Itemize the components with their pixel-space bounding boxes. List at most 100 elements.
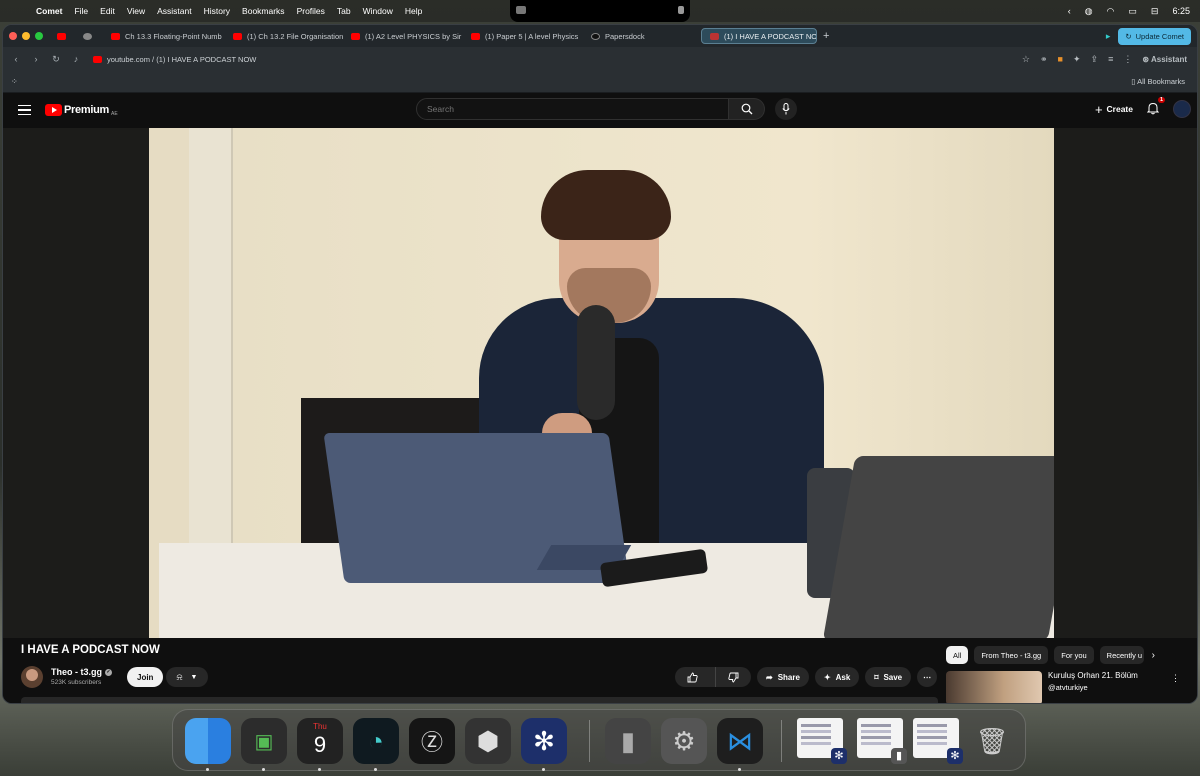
minecraft-icon[interactable]: ▣: [241, 718, 287, 764]
box-app-icon[interactable]: ⬢: [465, 718, 511, 764]
zed-editor-icon[interactable]: Ⓩ: [409, 718, 455, 764]
chevron-left-icon[interactable]: ‹: [1068, 6, 1071, 16]
menu-view[interactable]: View: [127, 6, 145, 16]
tab-a2-physics[interactable]: (1) A2 Level PHYSICS by Sir: [343, 25, 463, 47]
dislike-button[interactable]: [715, 667, 751, 687]
minimized-window-3[interactable]: ✻: [913, 718, 963, 764]
running-indicator: [318, 768, 321, 771]
perplexity-icon[interactable]: ✻: [521, 718, 567, 764]
voice-search-icon[interactable]: ♪: [69, 54, 83, 64]
all-bookmarks-button[interactable]: ▯ All Bookmarks: [1131, 77, 1185, 86]
youtube-page: Premium AE +Create 1: [3, 93, 1197, 703]
create-button[interactable]: + Create: [1095, 102, 1133, 117]
voice-search-button[interactable]: [775, 98, 797, 120]
description-box[interactable]: [21, 697, 938, 703]
video-player[interactable]: [3, 128, 1197, 638]
menu-file[interactable]: File: [74, 6, 88, 16]
share-icon[interactable]: ⇪: [1091, 54, 1099, 65]
more-actions-button[interactable]: ⋯: [917, 667, 938, 687]
bookmark-star-icon[interactable]: ☆: [1022, 54, 1030, 65]
menu-history[interactable]: History: [204, 6, 230, 16]
menu-clock[interactable]: 6:25: [1172, 6, 1190, 16]
menu-help[interactable]: Help: [405, 6, 422, 16]
video-title: I HAVE A PODCAST NOW: [21, 644, 160, 656]
back-button[interactable]: ‹: [9, 54, 23, 64]
save-button[interactable]: ⌑ Save: [865, 667, 912, 687]
trash-icon[interactable]: 🗑: [969, 718, 1015, 764]
tab-papersdock[interactable]: Papersdock: [583, 25, 701, 47]
menu-bookmarks[interactable]: Bookmarks: [242, 6, 285, 16]
menu-assistant[interactable]: Assistant: [157, 6, 192, 16]
control-center-icon[interactable]: ⊟: [1151, 6, 1159, 17]
reload-button[interactable]: ↻: [49, 54, 63, 65]
screen-record-icon[interactable]: [516, 6, 526, 14]
menu-edit[interactable]: Edit: [100, 6, 115, 16]
audio-wave-icon[interactable]: ⋮: [1123, 54, 1132, 65]
channel-avatar[interactable]: [21, 666, 43, 688]
chip-for-you[interactable]: For you: [1054, 646, 1094, 664]
join-button[interactable]: Join: [127, 667, 164, 687]
tab-youtube-pinned[interactable]: [51, 25, 77, 47]
menu-window[interactable]: Window: [363, 6, 393, 16]
youtube-premium-logo[interactable]: Premium AE: [45, 103, 118, 117]
comet-browser-icon[interactable]: ◔: [353, 718, 399, 764]
tab-podcast-active[interactable]: (1) I HAVE A PODCAST NOW: [701, 28, 817, 44]
globe-icon[interactable]: ◍: [1085, 6, 1093, 17]
close-window-button[interactable]: [9, 32, 17, 40]
recommended-title[interactable]: Kuruluş Orhan 21. Bölüm: [1048, 671, 1138, 680]
menu-app-name[interactable]: Comet: [36, 6, 62, 16]
audio-icon[interactable]: [678, 6, 684, 14]
share-button[interactable]: ➦ Share: [757, 667, 809, 687]
youtube-favicon-icon: [710, 32, 719, 40]
tab-floating-point[interactable]: Ch 13.3 Floating-Point Numb: [103, 25, 225, 47]
like-button[interactable]: [675, 667, 710, 687]
minimized-window-1[interactable]: ✻: [797, 718, 847, 764]
tab-paper-5[interactable]: (1) Paper 5 | A level Physics: [463, 25, 583, 47]
update-comet-button[interactable]: ↻ Update Comet: [1118, 27, 1191, 45]
menu-tab[interactable]: Tab: [337, 6, 351, 16]
camera-notch: [510, 0, 690, 22]
extension-icon[interactable]: ▸: [1106, 31, 1111, 42]
minimized-window-2[interactable]: ▮: [857, 718, 907, 764]
assistant-button[interactable]: ⊛ Assistant: [1142, 55, 1187, 64]
minimize-window-button[interactable]: [22, 32, 30, 40]
tab-pinned-2[interactable]: [77, 25, 103, 47]
chip-all[interactable]: All: [946, 646, 969, 664]
channel-name[interactable]: Theo - t3.gg ✓: [51, 667, 112, 677]
forward-button[interactable]: ›: [29, 54, 43, 64]
notifications-button[interactable]: 1: [1146, 96, 1165, 117]
puzzle-extension-icon[interactable]: ✦: [1073, 54, 1081, 65]
account-avatar[interactable]: [1173, 100, 1191, 118]
calendar-icon[interactable]: Thu 9: [297, 718, 343, 764]
wifi-icon[interactable]: ◠: [1107, 6, 1115, 17]
brave-extension-icon[interactable]: ■: [1058, 54, 1063, 64]
recommended-video[interactable]: Kuruluş Orhan 21. Bölüm @atvturkiye ⋮: [946, 671, 1186, 703]
list-icon[interactable]: ≡: [1108, 54, 1113, 64]
recommended-channel[interactable]: @atvturkiye: [1048, 683, 1088, 692]
vscode-icon[interactable]: ⋈: [717, 718, 763, 764]
chevron-right-icon[interactable]: ›: [1152, 650, 1155, 661]
recommended-thumbnail[interactable]: [946, 671, 1042, 703]
tab-file-organisation[interactable]: (1) Ch 13.2 File Organisation: [225, 25, 343, 47]
hamburger-menu-icon[interactable]: [18, 102, 31, 119]
video-frame[interactable]: [149, 128, 1054, 638]
search-input[interactable]: [416, 98, 729, 120]
apps-grid-icon[interactable]: ⁘: [11, 77, 18, 86]
zoom-window-button[interactable]: [35, 32, 43, 40]
address-field[interactable]: youtube.com / (1) I HAVE A PODCAST NOW: [107, 55, 256, 64]
new-tab-button[interactable]: +: [823, 30, 829, 42]
chevron-down-icon: ▼: [190, 673, 198, 681]
chip-from-channel[interactable]: From Theo - t3.gg: [974, 646, 1049, 664]
search-button[interactable]: [729, 98, 765, 120]
subscription-bell-button[interactable]: ⍾ ▼: [166, 667, 208, 687]
youtube-favicon-icon: [351, 32, 360, 40]
finder-icon[interactable]: [185, 718, 231, 764]
battery-icon[interactable]: ▭: [1128, 6, 1137, 17]
link-icon[interactable]: ⚭: [1040, 54, 1048, 65]
chip-recently-uploaded[interactable]: Recently u: [1099, 646, 1144, 664]
system-settings-icon[interactable]: ⚙: [661, 718, 707, 764]
menu-profiles[interactable]: Profiles: [297, 6, 325, 16]
more-vertical-icon[interactable]: ⋮: [1171, 673, 1180, 684]
speaker-app-icon[interactable]: ▮: [605, 718, 651, 764]
ask-button[interactable]: ✦ Ask: [814, 667, 860, 687]
